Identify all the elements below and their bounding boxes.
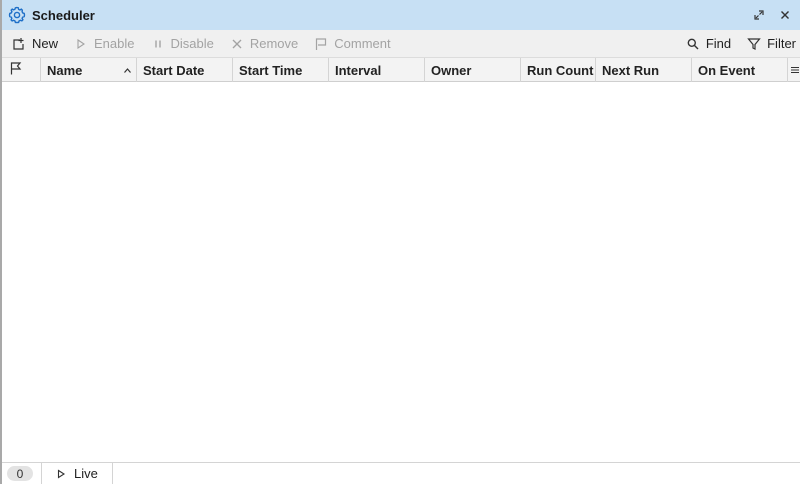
- column-header-owner[interactable]: Owner: [425, 58, 521, 82]
- disable-label: Disable: [170, 36, 214, 51]
- column-label: Run Count: [527, 62, 594, 78]
- column-header-next-run[interactable]: Next Run: [596, 58, 692, 82]
- play-icon: [74, 37, 88, 51]
- column-label: Start Date: [143, 62, 205, 78]
- filter-button[interactable]: Filter: [739, 30, 800, 57]
- column-header-interval[interactable]: Interval: [329, 58, 425, 82]
- column-label: Next Run: [602, 62, 660, 78]
- disable-button[interactable]: Disable: [143, 30, 222, 57]
- close-icon[interactable]: [776, 6, 794, 24]
- menu-icon: [790, 63, 800, 78]
- table-header: Name Start Date Start Time Interval Owne…: [2, 57, 800, 82]
- new-button[interactable]: New: [4, 30, 66, 57]
- live-button[interactable]: Live: [41, 462, 113, 484]
- comment-button[interactable]: Comment: [306, 30, 398, 57]
- column-menu-button[interactable]: [788, 58, 800, 82]
- gear-icon: [8, 6, 26, 24]
- new-label: New: [32, 36, 59, 51]
- column-label: Interval: [335, 62, 382, 78]
- window-title: Scheduler: [32, 7, 95, 23]
- title-bar: Scheduler: [2, 0, 800, 30]
- column-label: Name: [47, 62, 83, 78]
- column-label: Start Time: [239, 62, 303, 78]
- sort-ascending-icon: [123, 63, 132, 78]
- find-label: Find: [705, 36, 732, 51]
- comment-flag-icon: [314, 37, 328, 51]
- scheduler-window: Scheduler New Enable Disable Remove Comm…: [0, 0, 800, 484]
- pause-icon: [151, 37, 165, 51]
- search-icon: [686, 37, 700, 51]
- flag-icon: [10, 62, 22, 78]
- column-label: Owner: [431, 62, 472, 78]
- row-count-badge: 0: [7, 466, 33, 481]
- restore-icon[interactable]: [750, 6, 768, 24]
- remove-label: Remove: [249, 36, 299, 51]
- comment-label: Comment: [334, 36, 391, 51]
- enable-label: Enable: [94, 36, 135, 51]
- column-header-on-event[interactable]: On Event: [692, 58, 788, 82]
- column-header-start-date[interactable]: Start Date: [137, 58, 233, 82]
- play-icon: [56, 468, 66, 479]
- column-header-run-count[interactable]: Run Count: [521, 58, 596, 82]
- remove-icon: [230, 37, 244, 51]
- column-header-start-time[interactable]: Start Time: [233, 58, 329, 82]
- remove-button[interactable]: Remove: [222, 30, 306, 57]
- table-body[interactable]: [2, 82, 800, 462]
- new-window-icon: [12, 37, 26, 51]
- column-label: On Event: [698, 62, 756, 78]
- filter-label: Filter: [767, 36, 796, 51]
- column-header-name[interactable]: Name: [41, 58, 137, 82]
- find-button[interactable]: Find: [678, 30, 739, 57]
- live-label: Live: [74, 466, 98, 481]
- filter-icon: [747, 37, 761, 51]
- flag-column-header[interactable]: [2, 58, 41, 82]
- status-bar: 0 Live: [2, 462, 800, 484]
- enable-button[interactable]: Enable: [66, 30, 142, 57]
- toolbar: New Enable Disable Remove Comment Find F…: [2, 30, 800, 57]
